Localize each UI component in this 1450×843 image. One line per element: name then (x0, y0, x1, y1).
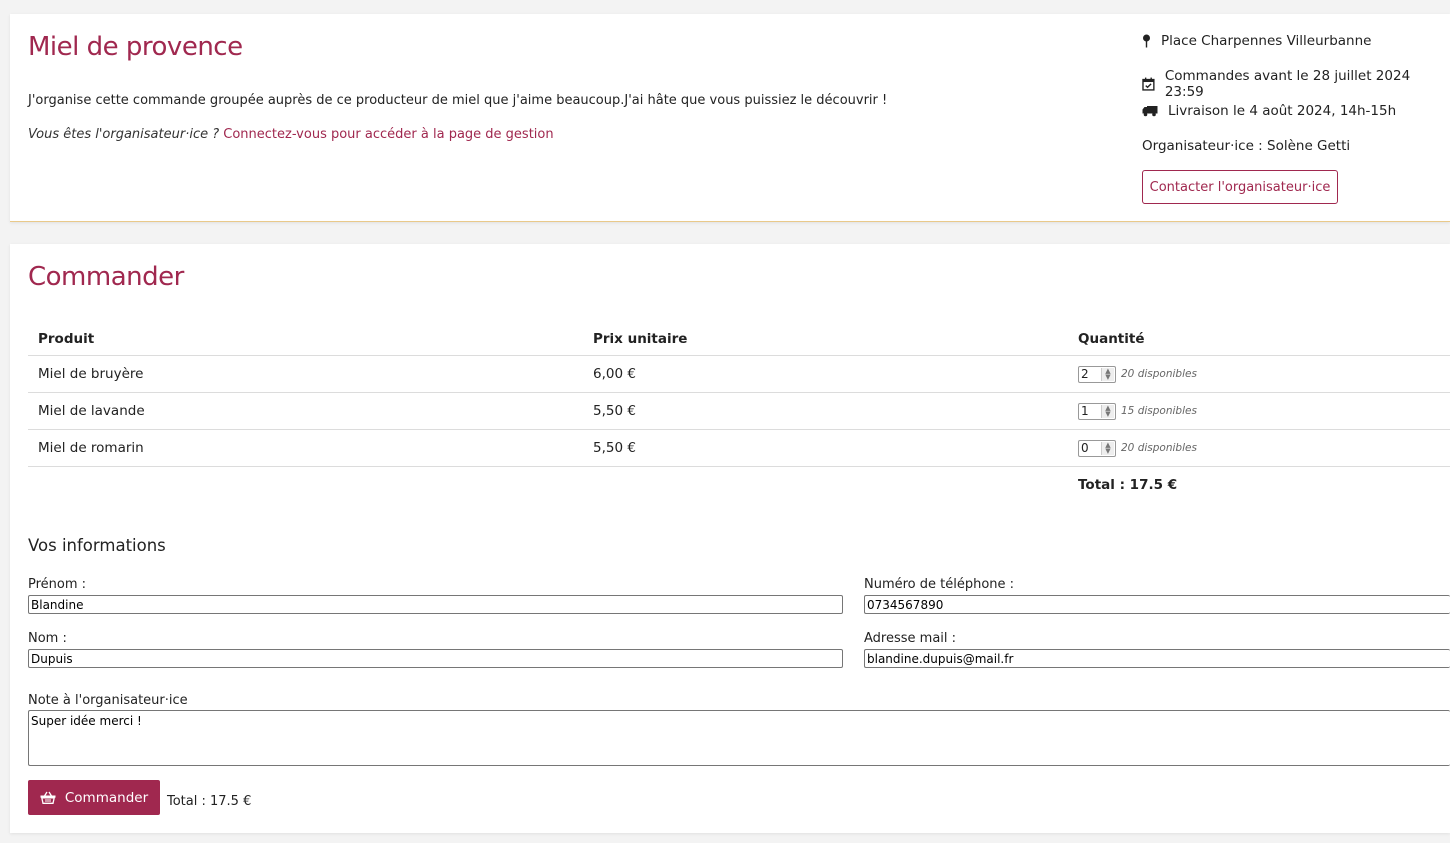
event-description: J'organise cette commande groupée auprès… (28, 93, 888, 108)
submit-order-button[interactable]: Commander (28, 780, 160, 815)
table-header-row: Produit Prix unitaire Quantité (28, 323, 1450, 356)
table-row: Miel de romarin 5,50 € 0 ▲ ▼ 20 disponibl… (28, 429, 1450, 467)
order-deadline: Commandes avant le 28 juillet 2024 23:59 (1142, 68, 1450, 100)
quantity-value: 0 (1081, 441, 1089, 455)
organizer-prompt: Vous êtes l'organisateur·ice ? (28, 127, 220, 142)
truck-icon (1142, 106, 1158, 117)
quantity-value: 1 (1081, 404, 1089, 418)
products-table: Produit Prix unitaire Quantité Miel de b… (28, 323, 1450, 503)
organizer-login-line: Vous êtes l'organisateur·ice ? Connectez… (28, 127, 554, 142)
calendar-check-icon (1142, 77, 1155, 91)
email-label: Adresse mail : (864, 631, 957, 646)
phone-field[interactable] (864, 595, 1450, 614)
availability-text: 15 disponibles (1121, 405, 1197, 417)
firstname-field[interactable] (28, 595, 843, 614)
phone-label: Numéro de téléphone : (864, 577, 1015, 592)
email-field[interactable] (864, 649, 1450, 668)
table-total-row: Total : 17.5 € (28, 467, 1450, 504)
column-header-price: Prix unitaire (583, 323, 1068, 356)
delivery-date: Livraison le 4 août 2024, 14h-15h (1142, 103, 1396, 119)
product-quantity-cell: 0 ▲ ▼ 20 disponibles (1068, 429, 1450, 467)
product-price: 6,00 € (583, 355, 1068, 393)
organizer-name-text: Organisateur·ice : Solène Getti (1142, 138, 1351, 154)
product-price: 5,50 € (583, 392, 1068, 430)
note-label: Note à l'organisateur·ice (28, 693, 188, 708)
footer-total: Total : 17.5 € (167, 794, 252, 809)
contact-organizer-button[interactable]: Contacter l'organisateur·ice (1142, 170, 1338, 204)
order-deadline-text: Commandes avant le 28 juillet 2024 23:59 (1164, 68, 1411, 100)
quantity-stepper[interactable]: 2 ▲ ▼ (1078, 365, 1116, 383)
organizer-login-link[interactable]: Connectez-vous pour accéder à la page de… (223, 127, 553, 142)
spinner-arrows-icon[interactable]: ▲ ▼ (1101, 367, 1114, 381)
firstname-label: Prénom : (28, 577, 87, 592)
order-card: Commander Produit Prix unitaire Quantité… (10, 244, 1450, 833)
event-info-card: Miel de provence J'organise cette comman… (10, 14, 1450, 222)
availability-text: 20 disponibles (1121, 442, 1197, 454)
column-header-quantity: Quantité (1068, 323, 1450, 356)
product-quantity-cell: 1 ▲ ▼ 15 disponibles (1068, 392, 1450, 430)
product-name: Miel de romarin (28, 429, 583, 467)
lastname-label: Nom : (28, 631, 67, 646)
quantity-stepper[interactable]: 0 ▲ ▼ (1078, 439, 1116, 457)
organizer-name: Organisateur·ice : Solène Getti (1142, 138, 1350, 154)
pickup-place-text: Place Charpennes Villeurbanne (1161, 33, 1372, 49)
table-row: Miel de bruyère 6,00 € 2 ▲ ▼ 20 disponibl… (28, 355, 1450, 393)
quantity-value: 2 (1081, 367, 1089, 381)
spinner-arrows-icon[interactable]: ▲ ▼ (1101, 441, 1114, 455)
lastname-field[interactable] (28, 649, 843, 668)
product-price: 5,50 € (583, 429, 1068, 467)
product-name: Miel de bruyère (28, 355, 583, 393)
map-pin-icon (1143, 34, 1150, 48)
pickup-place: Place Charpennes Villeurbanne (1142, 33, 1371, 49)
note-textarea[interactable]: Super idée merci ! (28, 710, 1450, 766)
column-header-product: Produit (28, 323, 583, 356)
product-name: Miel de lavande (28, 392, 583, 430)
order-title: Commander (28, 262, 184, 292)
basket-icon (40, 791, 56, 804)
product-quantity-cell: 2 ▲ ▼ 20 disponibles (1068, 355, 1450, 393)
table-row: Miel de lavande 5,50 € 1 ▲ ▼ 15 disponibl… (28, 392, 1450, 430)
spinner-arrows-icon[interactable]: ▲ ▼ (1101, 404, 1114, 418)
submit-order-label: Commander (64, 789, 149, 806)
availability-text: 20 disponibles (1121, 368, 1197, 380)
your-info-heading: Vos informations (28, 536, 166, 555)
delivery-date-text: Livraison le 4 août 2024, 14h-15h (1168, 103, 1397, 119)
page-title: Miel de provence (28, 32, 243, 62)
quantity-stepper[interactable]: 1 ▲ ▼ (1078, 402, 1116, 420)
order-total: Total : 17.5 € (1078, 477, 1178, 493)
